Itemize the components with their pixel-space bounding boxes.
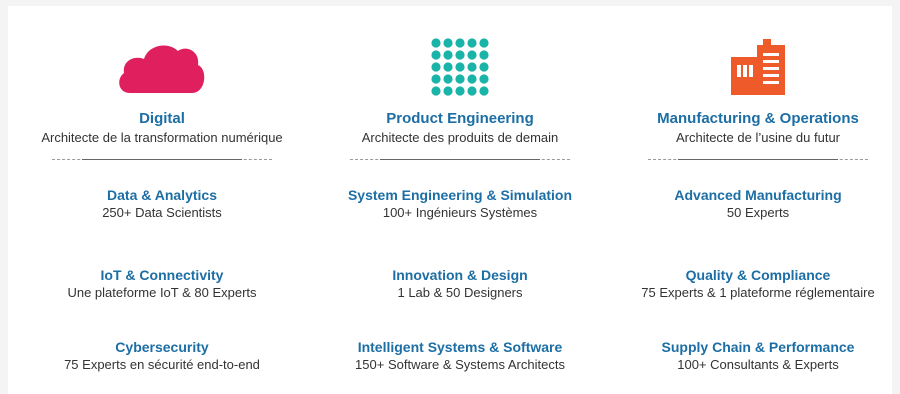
item-description: 150+ Software & Systems Architects	[355, 357, 565, 372]
dot	[479, 38, 489, 48]
dot	[431, 50, 441, 60]
list-item: IoT & Connectivity Une plateforme IoT & …	[12, 266, 312, 302]
factory-icon	[608, 32, 900, 102]
divider	[350, 159, 570, 160]
dot	[467, 50, 477, 60]
dot	[467, 74, 477, 84]
dot	[455, 38, 465, 48]
dot	[479, 74, 489, 84]
divider	[52, 159, 272, 160]
column-digital: Digital Architecte de la transformation …	[12, 6, 312, 394]
column-subtitle: Architecte des produits de demain	[361, 130, 559, 145]
dot	[443, 38, 453, 48]
dot	[455, 74, 465, 84]
column-product-engineering: Product Engineering Architecte des produ…	[310, 6, 610, 394]
item-description: 75 Experts en sécurité end-to-end	[64, 357, 260, 372]
dot	[467, 62, 477, 72]
list-item: Quality & Compliance 75 Experts & 1 plat…	[608, 266, 900, 302]
dot	[467, 86, 477, 96]
dot	[443, 50, 453, 60]
item-description: Une plateforme IoT & 80 Experts	[67, 285, 257, 300]
item-title: Quality & Compliance	[685, 267, 831, 283]
list-item: Advanced Manufacturing 50 Experts	[608, 186, 900, 222]
cloud-icon	[12, 32, 312, 102]
divider	[648, 159, 868, 160]
item-title: Innovation & Design	[392, 267, 528, 283]
dot	[431, 74, 441, 84]
dot	[455, 50, 465, 60]
column-title: Digital	[139, 110, 185, 127]
offerings-panel: Digital Architecte de la transformation …	[8, 6, 892, 394]
dot	[479, 50, 489, 60]
dot	[467, 38, 477, 48]
column-subtitle: Architecte de la transformation numériqu…	[41, 130, 283, 145]
item-description: 50 Experts	[726, 205, 790, 220]
item-title: Cybersecurity	[115, 339, 209, 355]
item-description: 100+ Ingénieurs Systèmes	[382, 205, 538, 220]
item-description: 100+ Consultants & Experts	[677, 357, 839, 372]
dot	[443, 62, 453, 72]
column-title: Manufacturing & Operations	[657, 110, 859, 127]
item-description: 75 Experts & 1 plateforme réglementaire	[641, 285, 875, 300]
dot	[479, 86, 489, 96]
item-title: Supply Chain & Performance	[661, 339, 855, 355]
item-title: Advanced Manufacturing	[674, 187, 842, 203]
item-title: IoT & Connectivity	[100, 267, 224, 283]
list-item: Data & Analytics 250+ Data Scientists	[12, 186, 312, 222]
dot	[455, 62, 465, 72]
dot	[431, 86, 441, 96]
dot	[443, 86, 453, 96]
column-manufacturing-operations: Manufacturing & Operations Architecte de…	[608, 6, 900, 394]
list-item: Supply Chain & Performance 100+ Consulta…	[608, 338, 900, 374]
list-item: Innovation & Design 1 Lab & 50 Designers	[310, 266, 610, 302]
dot-grid-icon	[310, 32, 610, 102]
dot	[431, 62, 441, 72]
column-title: Product Engineering	[386, 110, 534, 127]
dot	[479, 62, 489, 72]
dot	[455, 86, 465, 96]
item-title: Intelligent Systems & Software	[357, 339, 563, 355]
item-description: 250+ Data Scientists	[102, 205, 222, 220]
item-title: System Engineering & Simulation	[347, 187, 573, 203]
list-item: Cybersecurity 75 Experts en sécurité end…	[12, 338, 312, 374]
column-subtitle: Architecte de l’usine du futur	[675, 130, 841, 145]
dot	[431, 38, 441, 48]
item-description: 1 Lab & 50 Designers	[397, 285, 523, 300]
item-title: Data & Analytics	[107, 187, 217, 203]
list-item: System Engineering & Simulation 100+ Ing…	[310, 186, 610, 222]
dot	[443, 74, 453, 84]
list-item: Intelligent Systems & Software 150+ Soft…	[310, 338, 610, 374]
